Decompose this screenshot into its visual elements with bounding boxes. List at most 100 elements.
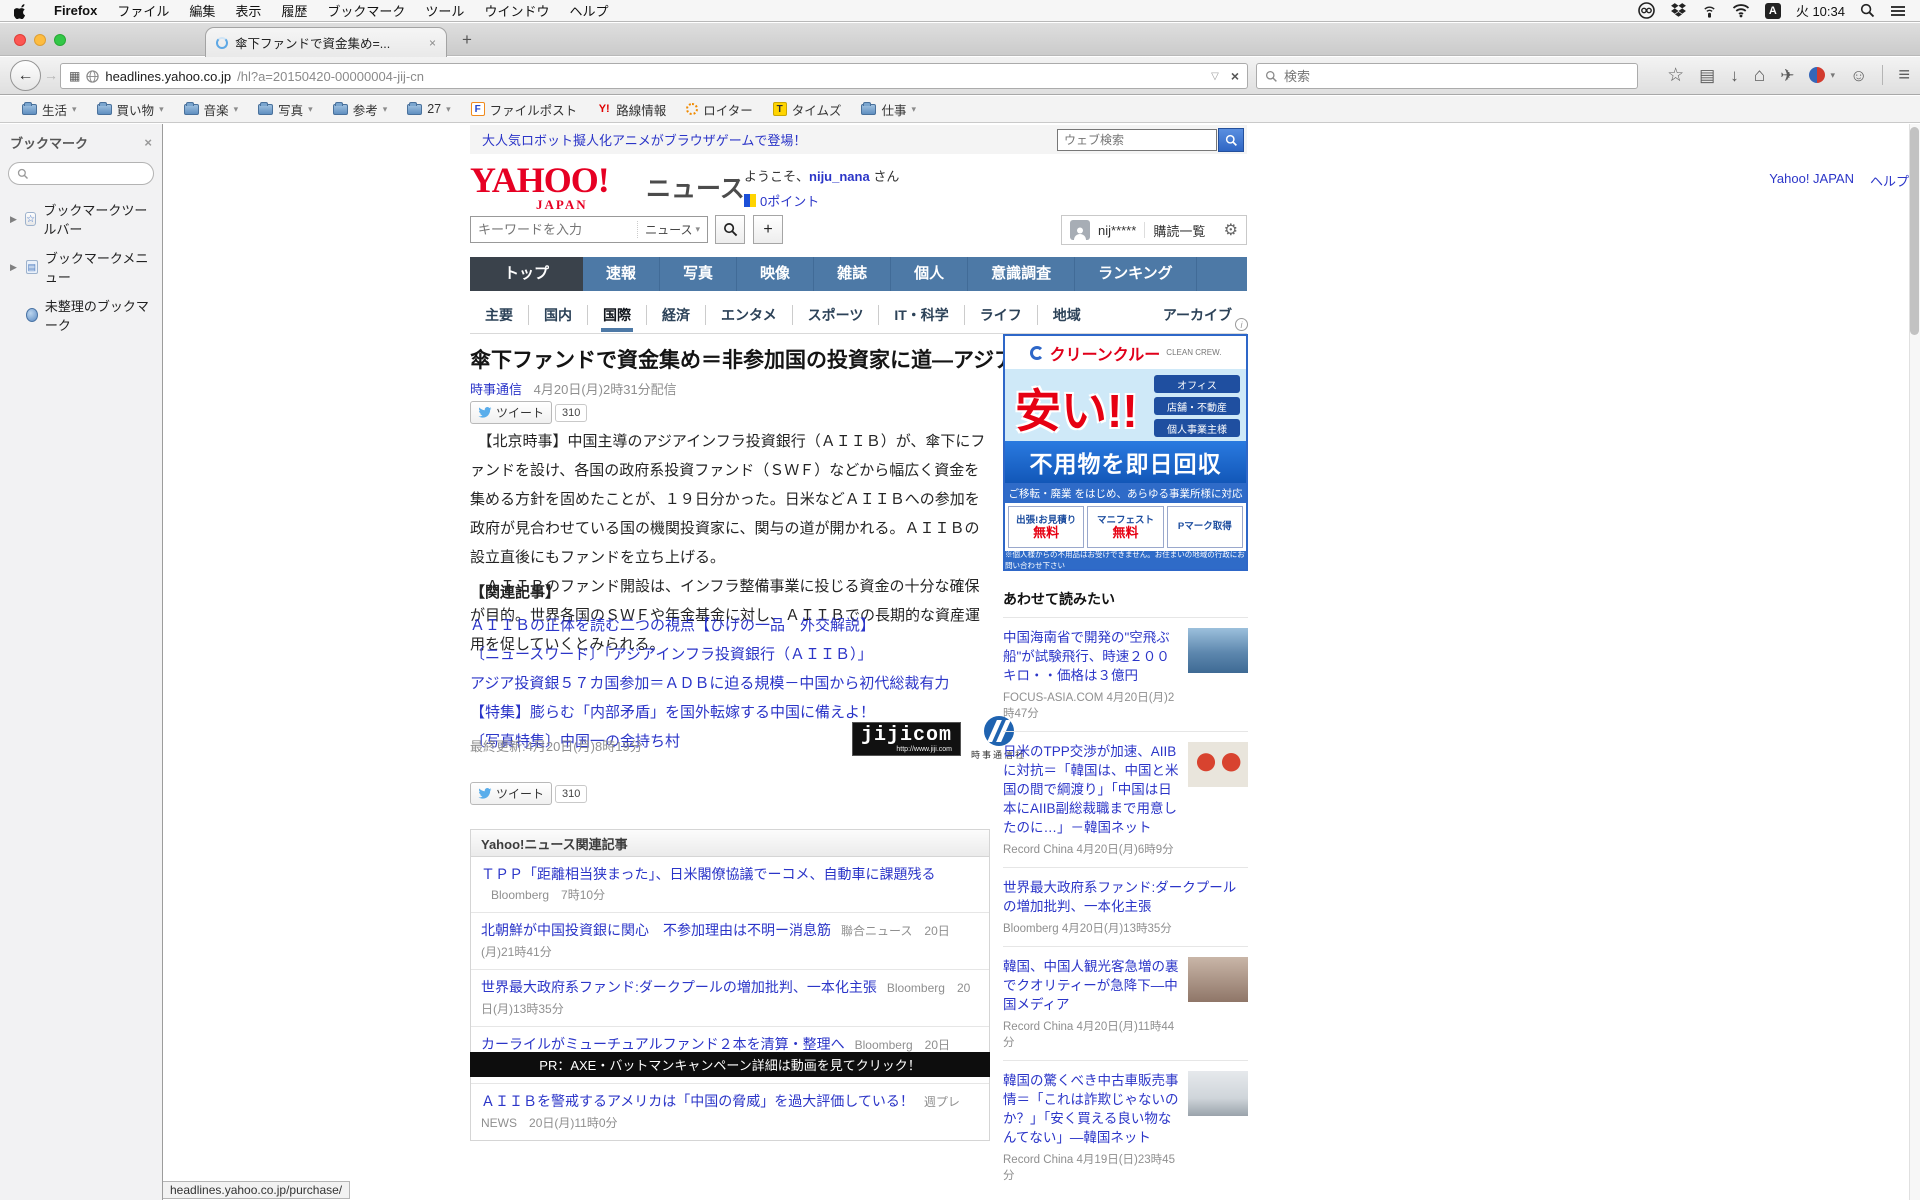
- extension-caret-icon[interactable]: ▾: [1830, 70, 1835, 81]
- tweet-button[interactable]: ツイート: [470, 782, 552, 805]
- search-scope-dropdown[interactable]: ニュース ▾: [637, 221, 700, 238]
- yahoo-japan-logo[interactable]: YAHOO! JAPAN: [470, 163, 645, 213]
- related-news-link[interactable]: 北朝鮮が中国投資銀に関心 不参加理由は不明ー消息筋: [481, 922, 831, 938]
- sidebar-item-menu[interactable]: ▶ ▤ ブックマークメニュー: [0, 243, 162, 291]
- disclosure-triangle-icon[interactable]: ▶: [10, 262, 19, 273]
- window-close-button[interactable]: [14, 34, 26, 46]
- dropbox-icon[interactable]: [1670, 2, 1687, 19]
- tab-sokuho[interactable]: 速報: [583, 257, 660, 291]
- add-search-button[interactable]: +: [753, 215, 783, 244]
- ad-info-icon[interactable]: i: [1235, 318, 1248, 331]
- subnav-it[interactable]: IT・科学: [878, 305, 963, 325]
- remote-status-icon[interactable]: [1702, 3, 1717, 19]
- home-icon[interactable]: ⌂: [1754, 66, 1765, 85]
- sidebar-item-toolbar[interactable]: ▶ ☆ ブックマークツールバー: [0, 195, 162, 243]
- bookmark-reuters[interactable]: ロイター: [676, 100, 763, 119]
- related-link[interactable]: アジア投資銀５７カ国参加＝ＡＤＢに迫る規模－中国から初代総裁有力: [470, 669, 990, 698]
- help-link[interactable]: ヘルプ: [1870, 171, 1909, 190]
- recommend-link[interactable]: 世界最大政府系ファンド:ダークプールの増加批判、一本化主張: [1003, 880, 1236, 914]
- back-button[interactable]: ←: [10, 60, 41, 91]
- bookmark-folder-shashin[interactable]: 写真▾: [248, 100, 323, 119]
- window-zoom-button[interactable]: [54, 34, 66, 46]
- news-search-button[interactable]: [715, 215, 745, 244]
- menu-help[interactable]: ヘルプ: [559, 1, 618, 20]
- bookmark-star-icon[interactable]: ☆: [1667, 66, 1684, 85]
- bookmark-folder-sanko[interactable]: 参考▾: [323, 100, 398, 119]
- notification-center-icon[interactable]: [1890, 4, 1906, 18]
- bookmark-transit[interactable]: Y!路線情報: [587, 100, 676, 119]
- bookmark-folder-ongaku[interactable]: 音楽▾: [174, 100, 249, 119]
- article-thumbnail[interactable]: [1188, 957, 1248, 1002]
- yahoo-japan-link[interactable]: Yahoo! JAPAN: [1769, 171, 1854, 190]
- recommend-link[interactable]: 韓国、中国人観光客急増の裏でクオリティーが急降下―中国メディア: [1003, 959, 1179, 1012]
- tweet-button[interactable]: ツイート: [470, 401, 552, 424]
- tab-close-icon[interactable]: ×: [429, 36, 436, 50]
- bookmark-folder-27[interactable]: 27▾: [397, 102, 460, 116]
- news-search-box[interactable]: ニュース ▾: [470, 216, 708, 243]
- bookmarks-sidebar-icon[interactable]: ▤: [1699, 67, 1715, 84]
- recommend-link[interactable]: 韓国の驚くべき中古車販売事情＝「これは詐欺じゃないのか？」「安く買える良い物なん…: [1003, 1073, 1179, 1145]
- article-thumbnail[interactable]: [1188, 1071, 1248, 1116]
- disclosure-triangle-icon[interactable]: ▶: [10, 214, 18, 225]
- bookmark-folder-kaimono[interactable]: 買い物▾: [87, 100, 174, 119]
- menu-firefox[interactable]: Firefox: [44, 3, 107, 18]
- related-link[interactable]: ＡＩＩＢの正体を読む二つの視点【ひげの一品 外交解説】: [470, 611, 990, 640]
- tab-zasshi[interactable]: 雑誌: [814, 257, 891, 291]
- creative-cloud-icon[interactable]: [1638, 2, 1655, 19]
- url-bar[interactable]: ▦ headlines.yahoo.co.jp /hl?a=20150420-0…: [60, 63, 1248, 89]
- menubar-clock[interactable]: 火 10:34: [1796, 1, 1845, 20]
- related-news-link[interactable]: ＡＩＩＢを警戒するアメリカは「中国の脅威」を過大評価している！: [481, 1093, 914, 1109]
- input-source-icon[interactable]: A: [1765, 3, 1781, 19]
- subnav-sports[interactable]: スポーツ: [792, 305, 879, 325]
- scrollbar-thumb[interactable]: [1910, 127, 1919, 335]
- tab-top[interactable]: トップ: [470, 257, 583, 291]
- subnav-keizai[interactable]: 経済: [646, 305, 705, 325]
- article-thumbnail[interactable]: [1188, 628, 1248, 673]
- keyword-input[interactable]: [478, 222, 637, 237]
- recommend-link[interactable]: 中国海南省で開発の"空飛ぶ船"が試験飛行、時速２００キロ・・価格は３億円: [1003, 630, 1170, 683]
- recommend-link[interactable]: 日米のTPP交渉が加速、AIIBに対抗＝「韓国は、中国と米国の間で綱渡り」「中国…: [1003, 744, 1179, 835]
- feedback-smiley-icon[interactable]: ☺: [1850, 67, 1867, 84]
- url-dropdown-icon[interactable]: ▽: [1211, 71, 1219, 82]
- menu-hamburger-icon[interactable]: ≡: [1898, 65, 1910, 85]
- bookmark-filepost[interactable]: Fファイルポスト: [461, 100, 588, 119]
- username-link[interactable]: niju_nana: [809, 169, 870, 184]
- related-news-link[interactable]: 世界最大政府系ファンド:ダークプールの増加批判、一本化主張: [481, 979, 877, 995]
- sidebar-item-unsorted[interactable]: 未整理のブックマーク: [0, 291, 162, 339]
- bookmark-times[interactable]: Tタイムズ: [763, 100, 852, 119]
- scrollbar-track[interactable]: [1909, 124, 1920, 1200]
- bookmark-folder-seikatsu[interactable]: 生活▾: [12, 100, 87, 119]
- tab-shashin[interactable]: 写真: [660, 257, 737, 291]
- tab-kojin[interactable]: 個人: [891, 257, 968, 291]
- subnav-shuyo[interactable]: 主要: [470, 305, 528, 325]
- menu-history[interactable]: 履歴: [271, 1, 317, 20]
- menu-edit[interactable]: 編集: [179, 1, 225, 20]
- menu-file[interactable]: ファイル: [107, 1, 179, 20]
- tab-eizo[interactable]: 映像: [737, 257, 814, 291]
- article-source-link[interactable]: 時事通信: [470, 382, 522, 397]
- wifi-icon[interactable]: [1732, 3, 1750, 18]
- article-thumbnail[interactable]: [1188, 742, 1248, 787]
- browser-search-bar[interactable]: [1256, 63, 1638, 89]
- menu-tools[interactable]: ツール: [415, 1, 474, 20]
- browser-tab[interactable]: 傘下ファンドで資金集め=... ×: [205, 27, 447, 57]
- new-tab-button[interactable]: +: [462, 30, 472, 50]
- sidebar-search-box[interactable]: [8, 162, 154, 185]
- related-news-link[interactable]: ＴＰＰ「距離相当狭まった」、日米閣僚協議でーコメ、自動車に課題残る: [481, 866, 935, 882]
- news-service-logo[interactable]: ニュース: [646, 169, 745, 205]
- spotlight-search-icon[interactable]: [1860, 3, 1875, 18]
- menu-window[interactable]: ウインドウ: [474, 1, 559, 20]
- send-tab-icon[interactable]: ✈: [1780, 67, 1794, 84]
- forward-button[interactable]: →: [44, 67, 58, 83]
- menu-view[interactable]: 表示: [225, 1, 271, 20]
- tiles-icon[interactable]: ▦: [69, 69, 80, 83]
- window-minimize-button[interactable]: [34, 34, 46, 46]
- sidebar-search-input[interactable]: [34, 167, 144, 181]
- points-link[interactable]: 0ポイント: [760, 191, 819, 210]
- jijicom-logo[interactable]: jijicom http://www.jiji.com: [852, 722, 961, 756]
- sidebar-close-icon[interactable]: ×: [144, 135, 152, 150]
- stop-loading-icon[interactable]: ×: [1231, 68, 1239, 84]
- related-link[interactable]: 〔ニュースワード〕「アジアインフラ投資銀行（ＡＩＩＢ）」: [470, 640, 990, 669]
- subnav-kokunai[interactable]: 国内: [528, 305, 587, 325]
- pr-banner[interactable]: PR：AXE・バットマンキャンペーン詳細は動画を見てクリック！: [470, 1052, 990, 1077]
